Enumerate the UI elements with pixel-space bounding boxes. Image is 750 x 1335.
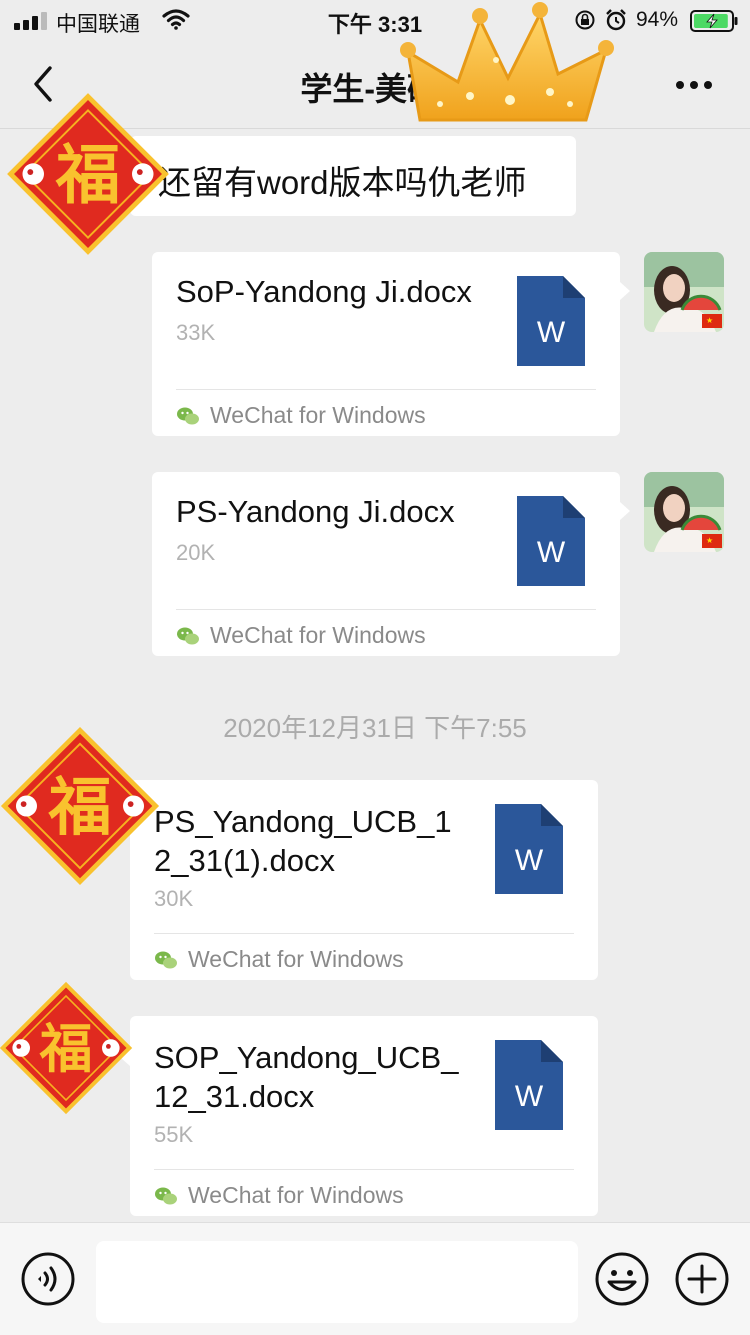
file-size: 20K [176, 540, 216, 565]
avatar-photo: ★ [644, 252, 724, 332]
svg-text:福: 福 [55, 138, 121, 213]
fu-sticker-avatar-icon[interactable]: 福 [0, 720, 166, 892]
status-bar: 中国联通 下午 3:31 94% [0, 0, 750, 40]
svg-text:W: W [515, 1080, 544, 1113]
file-name: SoP-Yandong Ji.docx [176, 274, 472, 309]
word-document-icon: W [495, 1040, 563, 1130]
svg-text:W: W [537, 316, 566, 349]
svg-text:W: W [537, 536, 566, 569]
file-size: 55K [154, 1122, 194, 1147]
file-message[interactable]: SoP-Yandong Ji.docx 33K W WeChat for Win… [152, 252, 620, 436]
more-dots-icon[interactable] [672, 70, 716, 100]
source-label: WeChat for Windows [188, 946, 404, 972]
source-label: WeChat for Windows [188, 1182, 404, 1208]
svg-text:W: W [515, 844, 544, 877]
word-document-icon: W [517, 276, 585, 366]
file-name: SOP_Yandong_UCB_12_31.docx [154, 1040, 459, 1114]
wechat-icon [177, 627, 199, 645]
fu-sticker-avatar-icon[interactable]: 福 [0, 976, 138, 1120]
battery-percent: 94% [636, 8, 679, 31]
input-bar [0, 1222, 750, 1335]
battery-icon [690, 10, 738, 32]
crown-sticker-icon [400, 2, 614, 122]
my-avatar[interactable]: ★ [644, 472, 724, 552]
file-message[interactable]: PS-Yandong Ji.docx 20K W WeChat for Wind… [152, 472, 620, 656]
message-text: 还留有word版本吗仇老师 [158, 164, 527, 201]
file-source: WeChat for Windows [176, 402, 426, 429]
card-divider [176, 389, 596, 390]
bubble-tail [620, 502, 630, 520]
source-label: WeChat for Windows [210, 622, 426, 648]
card-divider [154, 933, 574, 934]
svg-text:福: 福 [47, 770, 111, 844]
card-divider [176, 609, 596, 610]
source-label: WeChat for Windows [210, 402, 426, 428]
file-source: WeChat for Windows [154, 1182, 404, 1209]
text-message[interactable]: 还留有word版本吗仇老师 [130, 136, 576, 216]
fu-sticker-avatar-icon[interactable]: 福 [0, 86, 176, 262]
wechat-icon [155, 1187, 177, 1205]
svg-text:★: ★ [706, 536, 713, 545]
file-size: 33K [176, 320, 216, 345]
message-input[interactable] [96, 1241, 578, 1323]
card-divider [154, 1169, 574, 1170]
svg-text:福: 福 [39, 1019, 93, 1080]
file-source: WeChat for Windows [154, 946, 404, 973]
avatar-photo: ★ [644, 472, 724, 552]
file-message[interactable]: SOP_Yandong_UCB_12_31.docx 55K W WeChat … [130, 1016, 598, 1216]
my-avatar[interactable]: ★ [644, 252, 724, 332]
file-message[interactable]: PS_Yandong_UCB_12_31(1).docx 30K W WeCha… [130, 780, 598, 980]
svg-text:★: ★ [706, 316, 713, 325]
voice-icon[interactable] [20, 1251, 76, 1307]
file-source: WeChat for Windows [176, 622, 426, 649]
file-name: PS-Yandong Ji.docx [176, 494, 455, 529]
emoji-icon[interactable] [594, 1251, 650, 1307]
bubble-tail [620, 282, 630, 300]
wechat-icon [155, 951, 177, 969]
file-name: PS_Yandong_UCB_12_31(1).docx [154, 804, 452, 878]
wechat-icon [177, 407, 199, 425]
plus-icon[interactable] [674, 1251, 730, 1307]
word-document-icon: W [495, 804, 563, 894]
word-document-icon: W [517, 496, 585, 586]
